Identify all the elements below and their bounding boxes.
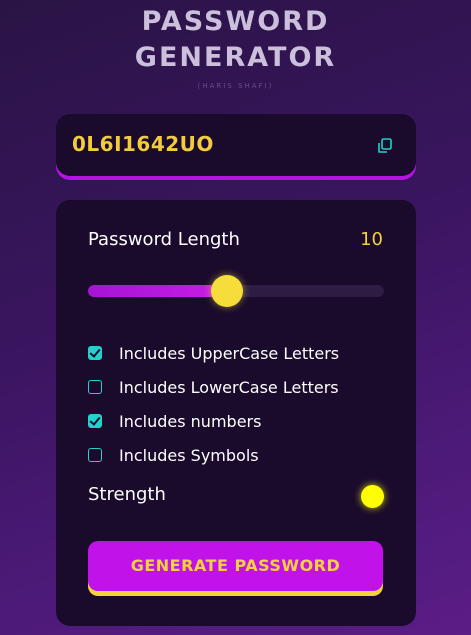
slider-thumb[interactable]: [211, 275, 244, 307]
password-display: 0L6I1642UO: [56, 114, 416, 176]
author-subtitle: (HARIS SHAFI): [197, 82, 274, 90]
app-title: PASSWORD GENERATOR: [0, 4, 471, 76]
option-label: Includes UpperCase Letters: [119, 343, 340, 363]
generated-password: 0L6I1642UO: [72, 132, 214, 156]
generate-password-button[interactable]: GENERATE PASSWORD: [88, 541, 383, 591]
option-symbols[interactable]: Includes Symbols: [88, 438, 388, 472]
uppercase-checkbox[interactable]: [88, 346, 102, 360]
option-numbers[interactable]: Includes numbers: [88, 404, 388, 438]
numbers-checkbox[interactable]: [88, 414, 102, 428]
strength-label: Strength: [88, 484, 166, 505]
symbols-checkbox[interactable]: [88, 448, 102, 462]
password-length-value: 10: [360, 229, 383, 250]
option-label: Includes numbers: [119, 411, 262, 431]
slider-fill: [88, 285, 228, 297]
title-line-1: PASSWORD: [141, 6, 330, 37]
options-list: Includes UpperCase Letters Includes Lowe…: [88, 336, 388, 472]
strength-indicator: [361, 485, 384, 508]
settings-panel: Password Length 10 Includes UpperCase Le…: [56, 200, 416, 626]
option-uppercase[interactable]: Includes UpperCase Letters: [88, 336, 388, 370]
title-line-2: GENERATOR: [134, 42, 337, 73]
copy-button[interactable]: [376, 137, 394, 155]
copy-icon: [378, 138, 392, 153]
option-label: Includes Symbols: [119, 445, 259, 465]
option-lowercase[interactable]: Includes LowerCase Letters: [88, 370, 388, 404]
lowercase-checkbox[interactable]: [88, 380, 102, 394]
option-label: Includes LowerCase Letters: [119, 377, 339, 397]
password-length-label: Password Length: [88, 229, 240, 250]
length-slider[interactable]: [88, 275, 384, 307]
